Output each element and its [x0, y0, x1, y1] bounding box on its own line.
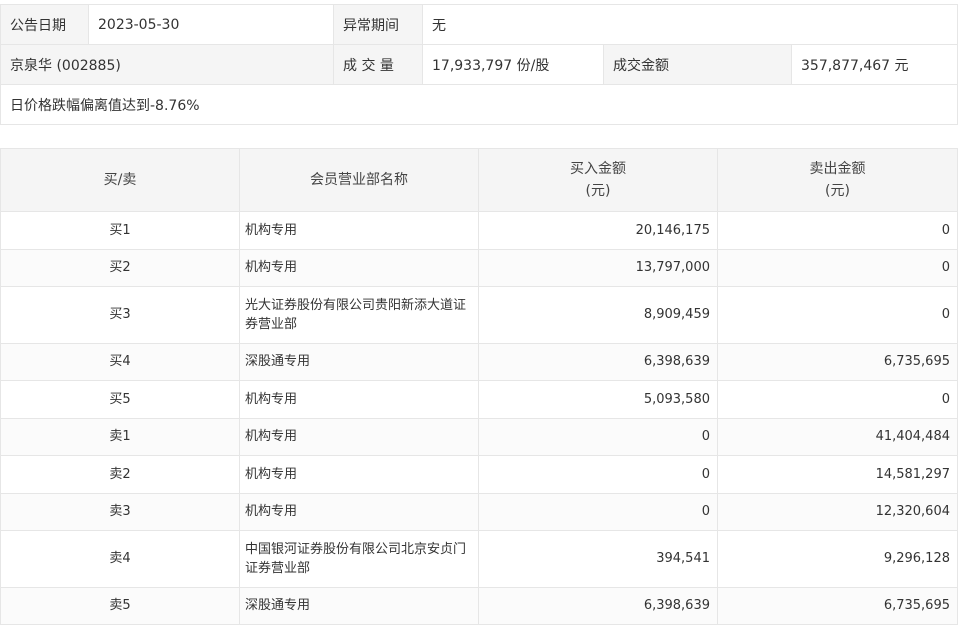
deviation-reason: 日价格跌幅偏离值达到-8.76%	[0, 84, 958, 125]
row-buy-amount: 5,093,580	[478, 380, 718, 419]
amount-label: 成交金额	[603, 44, 792, 85]
row-buy-amount: 0	[478, 417, 718, 456]
row-buy-amount: 6,398,639	[478, 586, 718, 625]
row-sell-amount: 41,404,484	[717, 417, 958, 456]
row-branch: 深股通专用	[239, 586, 479, 625]
row-side: 买5	[0, 380, 240, 419]
row-side: 卖5	[0, 586, 240, 625]
volume-value: 17,933,797 份/股	[422, 44, 604, 85]
row-buy-amount: 394,541	[478, 530, 718, 588]
row-sell-amount: 0	[717, 211, 958, 250]
info-row-reason: 日价格跌幅偏离值达到-8.76%	[0, 84, 958, 125]
row-buy-amount: 13,797,000	[478, 248, 718, 287]
column-header-buy-amount: 买入金额 (元)	[478, 148, 718, 212]
sell-amount-header-unit: (元)	[825, 183, 850, 199]
row-buy-amount: 0	[478, 492, 718, 531]
row-buy-amount: 20,146,175	[478, 211, 718, 250]
announcement-info-table: 公告日期 2023-05-30 异常期间 无 京泉华 (002885) 成 交 …	[0, 4, 958, 125]
stock-name-code: 京泉华 (002885)	[0, 44, 334, 85]
table-row: 买1 机构专用 20,146,175 0	[0, 211, 958, 250]
row-sell-amount: 9,296,128	[717, 530, 958, 588]
info-row-date: 公告日期 2023-05-30 异常期间 无	[0, 4, 958, 45]
trading-details-table: 买/卖 会员营业部名称 买入金额 (元) 卖出金额 (元) 买1 机构专用 20…	[0, 148, 958, 625]
table-row: 买2 机构专用 13,797,000 0	[0, 248, 958, 287]
row-branch: 机构专用	[239, 455, 479, 494]
table-row: 卖4 中国银河证券股份有限公司北京安贞门证券营业部 394,541 9,296,…	[0, 530, 958, 588]
row-buy-amount: 0	[478, 455, 718, 494]
row-branch: 机构专用	[239, 211, 479, 250]
row-buy-amount: 6,398,639	[478, 342, 718, 381]
amount-value: 357,877,467 元	[791, 44, 958, 85]
row-sell-amount: 14,581,297	[717, 455, 958, 494]
info-row-stock: 京泉华 (002885) 成 交 量 17,933,797 份/股 成交金额 3…	[0, 44, 958, 85]
row-side: 买2	[0, 248, 240, 287]
abnormal-period-value: 无	[422, 4, 958, 45]
table-row: 买4 深股通专用 6,398,639 6,735,695	[0, 342, 958, 381]
row-sell-amount: 0	[717, 248, 958, 287]
row-sell-amount: 0	[717, 286, 958, 344]
table-row: 卖1 机构专用 0 41,404,484	[0, 417, 958, 456]
row-sell-amount: 6,735,695	[717, 342, 958, 381]
row-branch: 光大证券股份有限公司贵阳新添大道证券营业部	[239, 286, 479, 344]
row-side: 买4	[0, 342, 240, 381]
row-buy-amount: 8,909,459	[478, 286, 718, 344]
table-row: 卖3 机构专用 0 12,320,604	[0, 492, 958, 531]
table-row: 卖2 机构专用 0 14,581,297	[0, 455, 958, 494]
row-sell-amount: 12,320,604	[717, 492, 958, 531]
announce-date-label: 公告日期	[0, 4, 89, 45]
row-sell-amount: 0	[717, 380, 958, 419]
row-side: 卖3	[0, 492, 240, 531]
column-header-branch: 会员营业部名称	[239, 148, 479, 212]
row-branch: 机构专用	[239, 492, 479, 531]
announce-date-value: 2023-05-30	[88, 4, 334, 45]
row-sell-amount: 6,735,695	[717, 586, 958, 625]
volume-label: 成 交 量	[333, 44, 423, 85]
row-branch: 深股通专用	[239, 342, 479, 381]
row-branch: 机构专用	[239, 417, 479, 456]
row-branch: 机构专用	[239, 248, 479, 287]
abnormal-period-label: 异常期间	[333, 4, 423, 45]
column-header-sell-amount: 卖出金额 (元)	[717, 148, 958, 212]
buy-amount-header-unit: (元)	[585, 183, 611, 199]
table-header-row: 买/卖 会员营业部名称 买入金额 (元) 卖出金额 (元)	[0, 148, 958, 212]
row-branch: 中国银河证券股份有限公司北京安贞门证券营业部	[239, 530, 479, 588]
sell-amount-header-line1: 卖出金额	[809, 161, 866, 177]
table-row: 买3 光大证券股份有限公司贵阳新添大道证券营业部 8,909,459 0	[0, 286, 958, 344]
row-side: 买3	[0, 286, 240, 344]
table-row: 卖5 深股通专用 6,398,639 6,735,695	[0, 586, 958, 625]
row-side: 卖1	[0, 417, 240, 456]
row-side: 卖4	[0, 530, 240, 588]
buy-amount-header-line1: 买入金额	[570, 161, 626, 177]
row-side: 卖2	[0, 455, 240, 494]
column-header-side: 买/卖	[0, 148, 240, 212]
row-branch: 机构专用	[239, 380, 479, 419]
table-row: 买5 机构专用 5,093,580 0	[0, 380, 958, 419]
row-side: 买1	[0, 211, 240, 250]
